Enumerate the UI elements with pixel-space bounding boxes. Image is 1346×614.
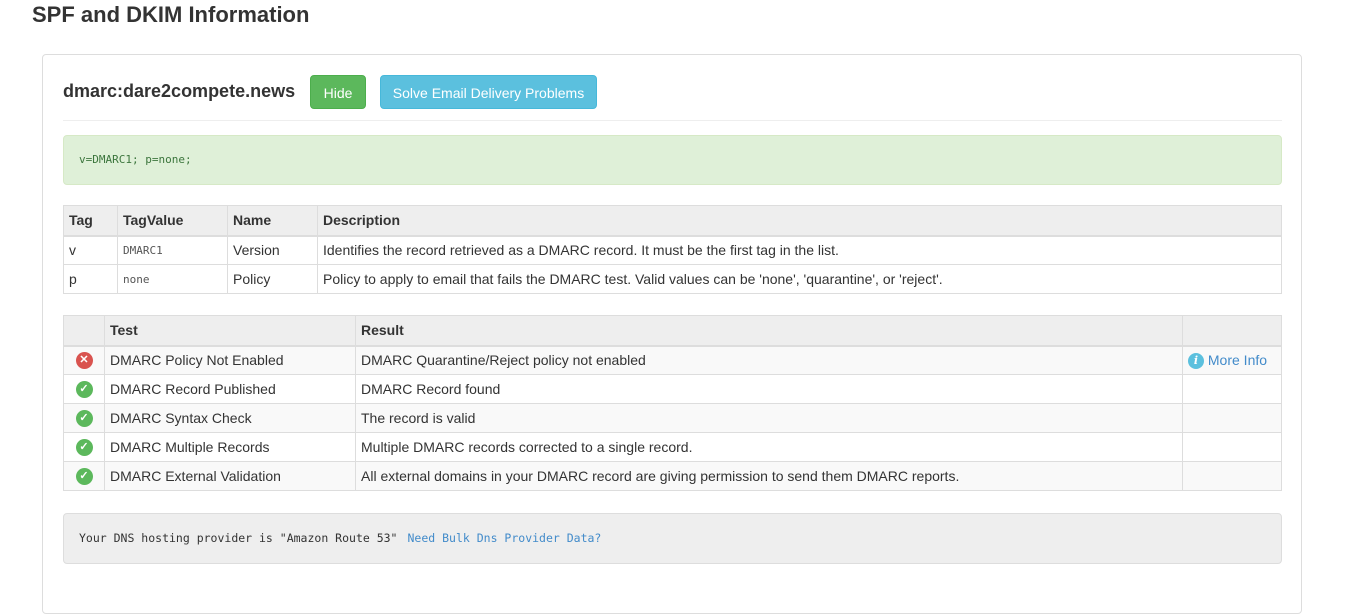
panel-header: dmarc:dare2compete.news Hide Solve Email…	[63, 75, 1282, 121]
domain-title: dmarc:dare2compete.news	[63, 81, 296, 101]
dns-provider-text: Your DNS hosting provider is "Amazon Rou…	[79, 531, 398, 545]
check-circle-icon: ✓	[75, 409, 93, 427]
test-cell: DMARC External Validation	[104, 461, 356, 491]
tagvalue-cell: DMARC1	[117, 235, 228, 265]
test-cell: DMARC Record Published	[104, 374, 356, 404]
status-header	[63, 315, 105, 347]
test-cell: DMARC Syntax Check	[104, 403, 356, 433]
more-info-link[interactable]: More Info	[1208, 352, 1267, 368]
result-header: Result	[355, 315, 1183, 347]
test-cell: DMARC Policy Not Enabled	[104, 345, 356, 375]
dmarc-record: v=DMARC1; p=none;	[63, 135, 1282, 185]
table-row: ✕ DMARC Policy Not Enabled DMARC Quarant…	[63, 345, 1282, 375]
table-row: ✓ DMARC Record Published DMARC Record fo…	[63, 374, 1282, 404]
status-cell: ✓	[63, 374, 105, 404]
info-cell	[1182, 461, 1282, 491]
tagvalue-header: TagValue	[117, 205, 228, 237]
description-header: Description	[317, 205, 1282, 237]
bulk-dns-provider-link[interactable]: Need Bulk Dns Provider Data?	[408, 531, 602, 545]
tagvalue-cell: none	[117, 264, 228, 294]
info-header	[1182, 315, 1282, 347]
status-cell: ✓	[63, 461, 105, 491]
status-cell: ✓	[63, 432, 105, 462]
check-circle-icon: ✓	[75, 438, 93, 456]
table-row: p none Policy Policy to apply to email t…	[63, 264, 1282, 294]
result-cell: All external domains in your DMARC recor…	[355, 461, 1183, 491]
info-cell	[1182, 374, 1282, 404]
table-row: ✓ DMARC External Validation All external…	[63, 461, 1282, 491]
status-cell: ✕	[63, 345, 105, 375]
tag-cell: v	[63, 235, 118, 265]
test-cell: DMARC Multiple Records	[104, 432, 356, 462]
tag-table: Tag TagValue Name Description v DMARC1 V…	[63, 205, 1282, 294]
name-header: Name	[227, 205, 318, 237]
description-cell: Policy to apply to email that fails the …	[317, 264, 1282, 294]
name-cell: Policy	[227, 264, 318, 294]
dns-provider-box: Your DNS hosting provider is "Amazon Rou…	[63, 513, 1282, 564]
dmarc-panel: dmarc:dare2compete.news Hide Solve Email…	[42, 54, 1302, 614]
info-cell: i More Info	[1182, 345, 1282, 375]
table-row: v DMARC1 Version Identifies the record r…	[63, 235, 1282, 265]
result-cell: DMARC Quarantine/Reject policy not enabl…	[355, 345, 1183, 375]
page-title: SPF and DKIM Information	[32, 2, 310, 27]
name-cell: Version	[227, 235, 318, 265]
info-icon[interactable]: i	[1188, 352, 1204, 369]
x-circle-icon: ✕	[75, 352, 93, 370]
result-cell: The record is valid	[355, 403, 1183, 433]
test-table: Test Result ✕ DMARC Policy Not Enabled D…	[63, 315, 1282, 491]
info-cell	[1182, 403, 1282, 433]
check-circle-icon: ✓	[75, 380, 93, 398]
tag-cell: p	[63, 264, 118, 294]
table-row: ✓ DMARC Multiple Records Multiple DMARC …	[63, 432, 1282, 462]
status-cell: ✓	[63, 403, 105, 433]
hide-button[interactable]: Hide	[310, 75, 366, 109]
info-cell	[1182, 432, 1282, 462]
result-cell: Multiple DMARC records corrected to a si…	[355, 432, 1183, 462]
check-circle-icon: ✓	[75, 467, 93, 485]
tag-header: Tag	[63, 205, 118, 237]
result-cell: DMARC Record found	[355, 374, 1183, 404]
solve-email-delivery-button[interactable]: Solve Email Delivery Problems	[380, 75, 597, 109]
table-row: ✓ DMARC Syntax Check The record is valid	[63, 403, 1282, 433]
description-cell: Identifies the record retrieved as a DMA…	[317, 235, 1282, 265]
test-header: Test	[104, 315, 356, 347]
